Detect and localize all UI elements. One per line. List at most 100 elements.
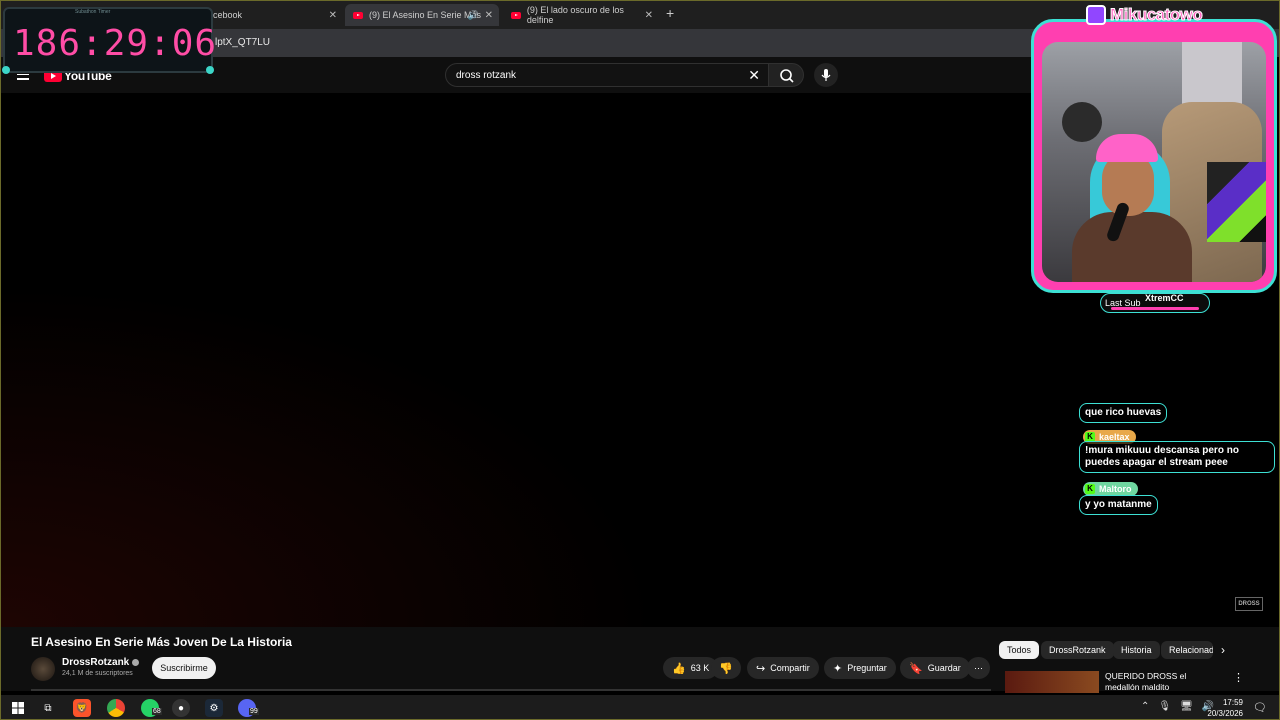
- search-icon: [780, 69, 794, 83]
- chat-message: !mura mikuuu descansa pero no puedes apa…: [1079, 441, 1275, 473]
- chip-all[interactable]: Todos: [999, 641, 1040, 659]
- close-icon[interactable]: ✕: [485, 10, 493, 21]
- chat-message: y yo matanme: [1079, 495, 1158, 515]
- video-progress-bar[interactable]: [31, 689, 991, 691]
- tab-video-active[interactable]: (9) El Asesino En Serie Más 🔊 ✕: [345, 4, 499, 26]
- share-label: Compartir: [770, 663, 810, 673]
- tab-dolphins[interactable]: (9) El lado oscuro de los delfine ✕: [503, 4, 659, 26]
- timer-caption: Subathon Timer: [75, 9, 111, 15]
- like-button[interactable]: 👍 63 K: [663, 657, 719, 679]
- taskbar: ⧉ 🦁 68 ● ⚙ 99 ⌃ 🎙 🖥 🔊 17:59 20/3/2026 🗨: [1, 695, 1279, 719]
- new-tab-button[interactable]: +: [666, 5, 674, 21]
- clock-time: 17:59: [1222, 698, 1243, 707]
- last-sub-widget: Last Sub XtremCC: [1100, 293, 1210, 313]
- chat-text: y yo matanme: [1085, 499, 1152, 510]
- close-icon[interactable]: ✕: [645, 10, 653, 21]
- chrome-icon[interactable]: [107, 699, 125, 717]
- brave-icon[interactable]: 🦁: [73, 699, 91, 717]
- streamer-title: Mikucatowo: [1086, 3, 1203, 27]
- voice-search-button[interactable]: [814, 63, 838, 87]
- steam-icon[interactable]: ⚙: [205, 699, 223, 717]
- twitch-icon: [1086, 5, 1106, 25]
- clear-search-icon[interactable]: ✕: [748, 67, 760, 84]
- speaker-icon[interactable]: 🔊: [468, 10, 479, 21]
- tab-title: (9) El lado oscuro de los delfine: [526, 5, 624, 25]
- more-vertical-icon[interactable]: ⋮: [1233, 671, 1244, 684]
- video-info: El Asesino En Serie Más Joven De La Hist…: [1, 627, 1279, 693]
- search-query: dross rotzank: [456, 70, 517, 81]
- channel-name[interactable]: DrossRotzank: [62, 657, 140, 668]
- subathon-timer: Subathon Timer 186:29:06: [2, 7, 216, 74]
- network-icon[interactable]: 🖥: [1180, 701, 1193, 712]
- discord-icon[interactable]: 99: [238, 699, 259, 717]
- windows-start-icon[interactable]: [9, 699, 27, 717]
- bookmark-icon: 🔖: [909, 662, 923, 675]
- chat-text: que rico huevas: [1085, 407, 1162, 418]
- channel-watermark: DROSS: [1235, 597, 1263, 611]
- url-text[interactable]: lptX_QT7LU: [215, 37, 270, 48]
- chat-text: !mura mikuuu descansa pero no puedes apa…: [1085, 445, 1239, 468]
- verified-icon: [132, 658, 140, 666]
- channel-avatar[interactable]: [31, 657, 55, 681]
- share-icon: ↪: [756, 662, 766, 675]
- tab-title: (9) El Asesino En Serie Más: [369, 10, 482, 20]
- webcam-frame: [1031, 19, 1277, 293]
- youtube-favicon-icon: [353, 11, 363, 19]
- discord-badge: 99: [249, 708, 259, 715]
- whatsapp-badge: 68: [152, 708, 162, 715]
- subscribe-button[interactable]: Suscribirme: [152, 657, 216, 679]
- save-button[interactable]: 🔖 Guardar: [900, 657, 970, 679]
- screen: cebook ✕ (9) El Asesino En Serie Más 🔊 ✕…: [0, 0, 1280, 720]
- tab-title: cebook: [213, 10, 243, 20]
- youtube-favicon-icon: [511, 11, 521, 19]
- chip-channel[interactable]: DrossRotzank: [1041, 641, 1114, 659]
- microphone-icon: [821, 69, 831, 81]
- more-icon: ⋯: [974, 662, 983, 673]
- ask-button[interactable]: ✦ Preguntar: [824, 657, 896, 679]
- chat-message: que rico huevas: [1079, 403, 1168, 423]
- microphone-icon[interactable]: 🎙: [1158, 701, 1171, 712]
- save-label: Guardar: [927, 663, 961, 673]
- streamer-body: [1072, 212, 1192, 282]
- recommended-thumbnail[interactable]: [1005, 671, 1099, 693]
- search-button[interactable]: [768, 63, 804, 87]
- share-button[interactable]: ↪ Compartir: [747, 657, 819, 679]
- clock[interactable]: 17:59 20/3/2026: [1205, 697, 1243, 719]
- recommended-title[interactable]: QUERIDO DROSS el medallón maldito: [1105, 671, 1221, 693]
- corner-decoration-icon: [206, 66, 214, 74]
- task-view-icon[interactable]: ⧉: [39, 699, 57, 717]
- last-sub-name: XtremCC: [1145, 293, 1184, 303]
- subscriber-count: 24,1 M de suscriptores: [62, 670, 133, 677]
- clock-date: 20/3/2026: [1207, 709, 1243, 718]
- whatsapp-icon[interactable]: 68: [141, 699, 162, 717]
- thumbs-down-icon: 👎: [719, 662, 733, 675]
- system-tray: ⌃ 🎙 🖥 🔊: [1141, 701, 1214, 712]
- corner-decoration-icon: [2, 66, 10, 74]
- chip-related[interactable]: Relacionad: [1161, 641, 1213, 659]
- ask-label: Preguntar: [847, 663, 887, 673]
- chip-history[interactable]: Historia: [1113, 641, 1160, 659]
- chevron-up-icon[interactable]: ⌃: [1141, 701, 1149, 712]
- obs-icon[interactable]: ●: [172, 699, 190, 717]
- last-sub-bar: [1111, 307, 1199, 310]
- plush-toy: [1062, 102, 1102, 142]
- more-actions-button[interactable]: ⋯: [967, 657, 990, 679]
- tab-facebook[interactable]: cebook ✕: [205, 4, 343, 26]
- video-title: El Asesino En Serie Más Joven De La Hist…: [31, 635, 292, 649]
- thumbs-up-icon: 👍: [672, 662, 686, 675]
- chat-username: K Maltoro: [1083, 482, 1138, 496]
- webcam-feed: [1042, 42, 1266, 282]
- notification-icon[interactable]: 🗨: [1253, 701, 1267, 714]
- jacket: [1207, 162, 1266, 242]
- kick-icon: K: [1085, 484, 1095, 494]
- streamer-cap: [1096, 134, 1158, 162]
- sparkle-icon: ✦: [833, 662, 843, 675]
- search-input[interactable]: dross rotzank ✕: [445, 63, 769, 87]
- streamer-name: Mikucatowo: [1109, 5, 1203, 25]
- chevron-right-icon[interactable]: ›: [1221, 643, 1225, 657]
- timer-digits: 186:29:06: [13, 23, 218, 64]
- close-icon[interactable]: ✕: [329, 10, 337, 21]
- video-player[interactable]: [1, 93, 1031, 627]
- like-count: 63 K: [690, 663, 710, 673]
- dislike-button[interactable]: 👎: [711, 657, 741, 679]
